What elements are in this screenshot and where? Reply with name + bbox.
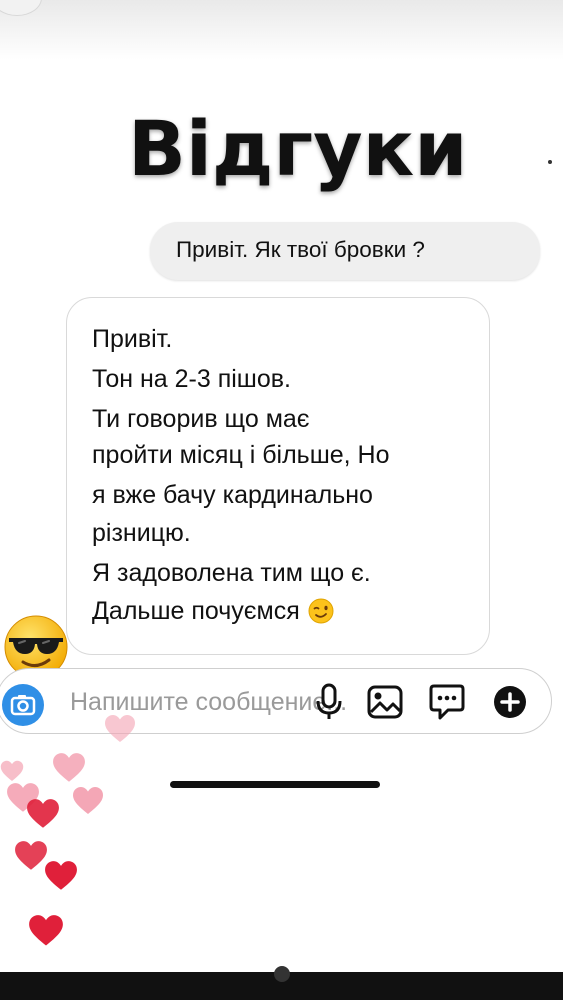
- microphone-icon[interactable]: [314, 682, 344, 722]
- plus-icon[interactable]: [492, 684, 528, 720]
- top-shade: [0, 0, 563, 60]
- message-line: Я задоволена тим що є.: [92, 559, 371, 587]
- camera-icon: [10, 695, 36, 716]
- heart-icon: [105, 715, 135, 743]
- heart-icon: [0, 760, 24, 782]
- message-line: різницю.: [92, 519, 191, 547]
- message-line: Тон на 2-3 пішов.: [92, 365, 291, 393]
- incoming-message[interactable]: Привіт. Тон на 2-3 пішов. Ти говорив що …: [66, 297, 490, 655]
- message-line: Привіт.: [92, 325, 173, 353]
- heart-icon: [73, 787, 103, 815]
- message-input[interactable]: Напишите сообщение...: [70, 688, 347, 717]
- outgoing-message-text: Привіт. Як твої бровки ?: [176, 237, 425, 262]
- gallery-icon[interactable]: [366, 684, 404, 720]
- wink-emoji-icon: [308, 598, 334, 624]
- message-line: Дальше почуємся: [92, 597, 300, 625]
- heart-icon: [45, 861, 77, 890]
- bottom-dot: [274, 966, 290, 982]
- message-line: пройти місяц і більше, Но: [92, 441, 390, 469]
- outgoing-message[interactable]: Привіт. Як твої бровки ?: [150, 222, 540, 280]
- message-line: я вже бачу кардинально: [92, 481, 373, 509]
- heart-icon: [15, 841, 47, 870]
- message-line-last: Дальше почуємся: [92, 596, 334, 626]
- home-indicator: [170, 781, 380, 788]
- bottom-bar: [0, 966, 563, 1000]
- heart-icon: [29, 915, 63, 946]
- page-title: Відгуки: [128, 104, 468, 193]
- heart-icon: [27, 799, 59, 828]
- camera-button[interactable]: [2, 684, 44, 726]
- sticker-icon[interactable]: [428, 682, 466, 722]
- decorative-dot: [548, 160, 552, 164]
- heart-icon: [53, 753, 85, 782]
- message-line: Ти говорив що має: [92, 405, 310, 433]
